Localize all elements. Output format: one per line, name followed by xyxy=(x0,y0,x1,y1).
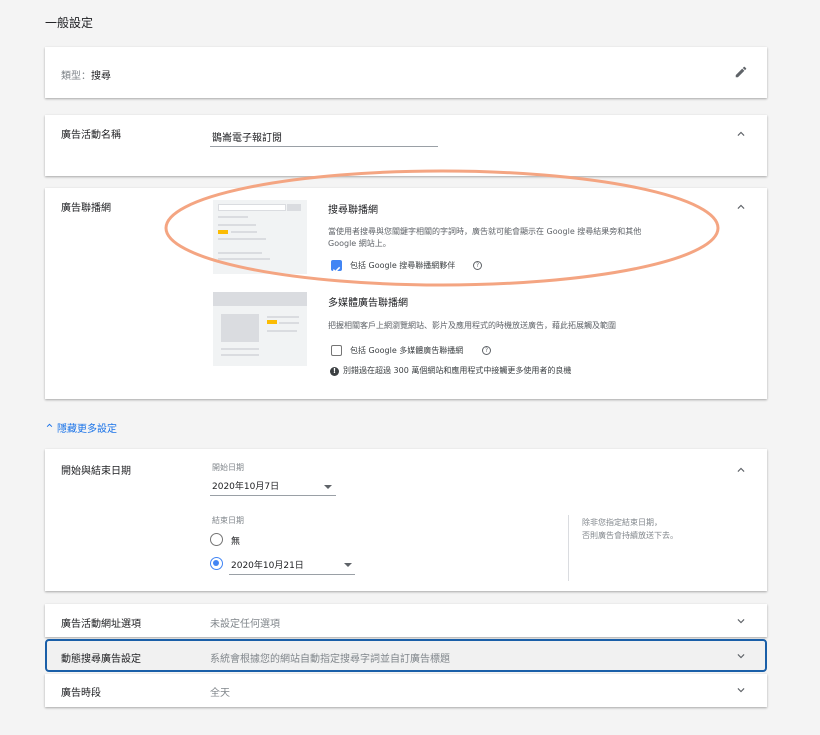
dates-label: 開始與結束日期 xyxy=(61,466,131,477)
type-value: 搜尋 xyxy=(91,71,111,82)
dropdown-arrow-icon[interactable] xyxy=(344,563,352,567)
networks-label: 廣告聯播網 xyxy=(61,203,111,214)
chevron-down-icon[interactable] xyxy=(734,614,748,628)
end-date-underline xyxy=(229,574,355,575)
dropdown-arrow-icon[interactable] xyxy=(324,485,332,489)
end-date-select[interactable]: 2020年10月21日 xyxy=(231,558,304,571)
chevron-up-icon xyxy=(46,423,53,428)
campaign-name-underline xyxy=(210,146,438,147)
highlight-ellipse xyxy=(164,169,720,287)
type-label: 類型： xyxy=(61,71,91,82)
display-network-checkbox[interactable] xyxy=(331,345,342,356)
dates-card: 開始與結束日期 開始日期 2020年10月7日 結束日期 無 2020年10月2… xyxy=(45,449,767,591)
start-date-underline xyxy=(210,495,336,496)
end-date-date-radio[interactable] xyxy=(210,557,223,570)
chevron-up-icon[interactable] xyxy=(734,127,748,141)
section-title: 一般設定 xyxy=(45,16,94,30)
divider xyxy=(568,515,569,581)
chevron-down-icon[interactable] xyxy=(734,683,748,697)
ad-schedule-row[interactable]: 廣告時段 全天 xyxy=(45,674,767,707)
display-network-illustration xyxy=(213,292,307,366)
type-row: 類型：搜尋 xyxy=(61,67,111,82)
chevron-down-icon[interactable] xyxy=(734,649,748,663)
end-date-none-label: 無 xyxy=(231,537,241,547)
chevron-up-icon[interactable] xyxy=(734,463,748,477)
campaign-name-input[interactable]: 鵲崙電子報訂閱 xyxy=(212,129,282,144)
end-date-none-radio[interactable] xyxy=(210,533,223,546)
edit-icon[interactable] xyxy=(734,65,748,79)
dsa-settings-row[interactable]: 動態搜尋廣告設定 系統會根據您的網站自動指定搜尋字詞並自訂廣告標題 xyxy=(45,639,767,672)
url-options-label: 廣告活動網址選項 xyxy=(61,619,141,630)
end-date-note-1: 除非您指定結束日期， xyxy=(582,518,662,527)
end-date-note-2: 否則廣告會持續放送下去。 xyxy=(582,531,678,540)
display-network-desc: 把握相關客戶上網瀏覽網站、影片及應用程式的時機放送廣告，藉此拓展觸及範圍 xyxy=(328,321,616,330)
display-network-title: 多媒體廣告聯播網 xyxy=(328,298,408,309)
start-date-select[interactable]: 2020年10月7日 xyxy=(212,479,279,492)
chevron-up-icon[interactable] xyxy=(734,200,748,214)
type-card[interactable]: 類型：搜尋 xyxy=(45,47,767,98)
info-icon: ! xyxy=(330,367,339,376)
ad-schedule-label: 廣告時段 xyxy=(61,688,101,699)
toggle-more-label: 隱藏更多設定 xyxy=(57,424,117,435)
help-icon[interactable]: ? xyxy=(482,346,491,355)
campaign-name-label: 廣告活動名稱 xyxy=(61,130,121,141)
end-date-label: 結束日期 xyxy=(212,516,244,525)
url-options-row[interactable]: 廣告活動網址選項 未設定任何選項 xyxy=(45,604,767,637)
dsa-settings-label: 動態搜尋廣告設定 xyxy=(61,654,141,665)
url-options-value: 未設定任何選項 xyxy=(210,619,280,630)
ad-schedule-value: 全天 xyxy=(210,688,230,699)
dsa-settings-value: 系統會根據您的網站自動指定搜尋字詞並自訂廣告標題 xyxy=(210,654,450,665)
display-network-info: 別錯過在超過 300 萬個網站和應用程式中接觸更多使用者的良機 xyxy=(343,366,572,375)
start-date-label: 開始日期 xyxy=(212,463,244,472)
display-network-checkbox-label: 包括 Google 多媒體廣告聯播網 xyxy=(350,346,464,355)
